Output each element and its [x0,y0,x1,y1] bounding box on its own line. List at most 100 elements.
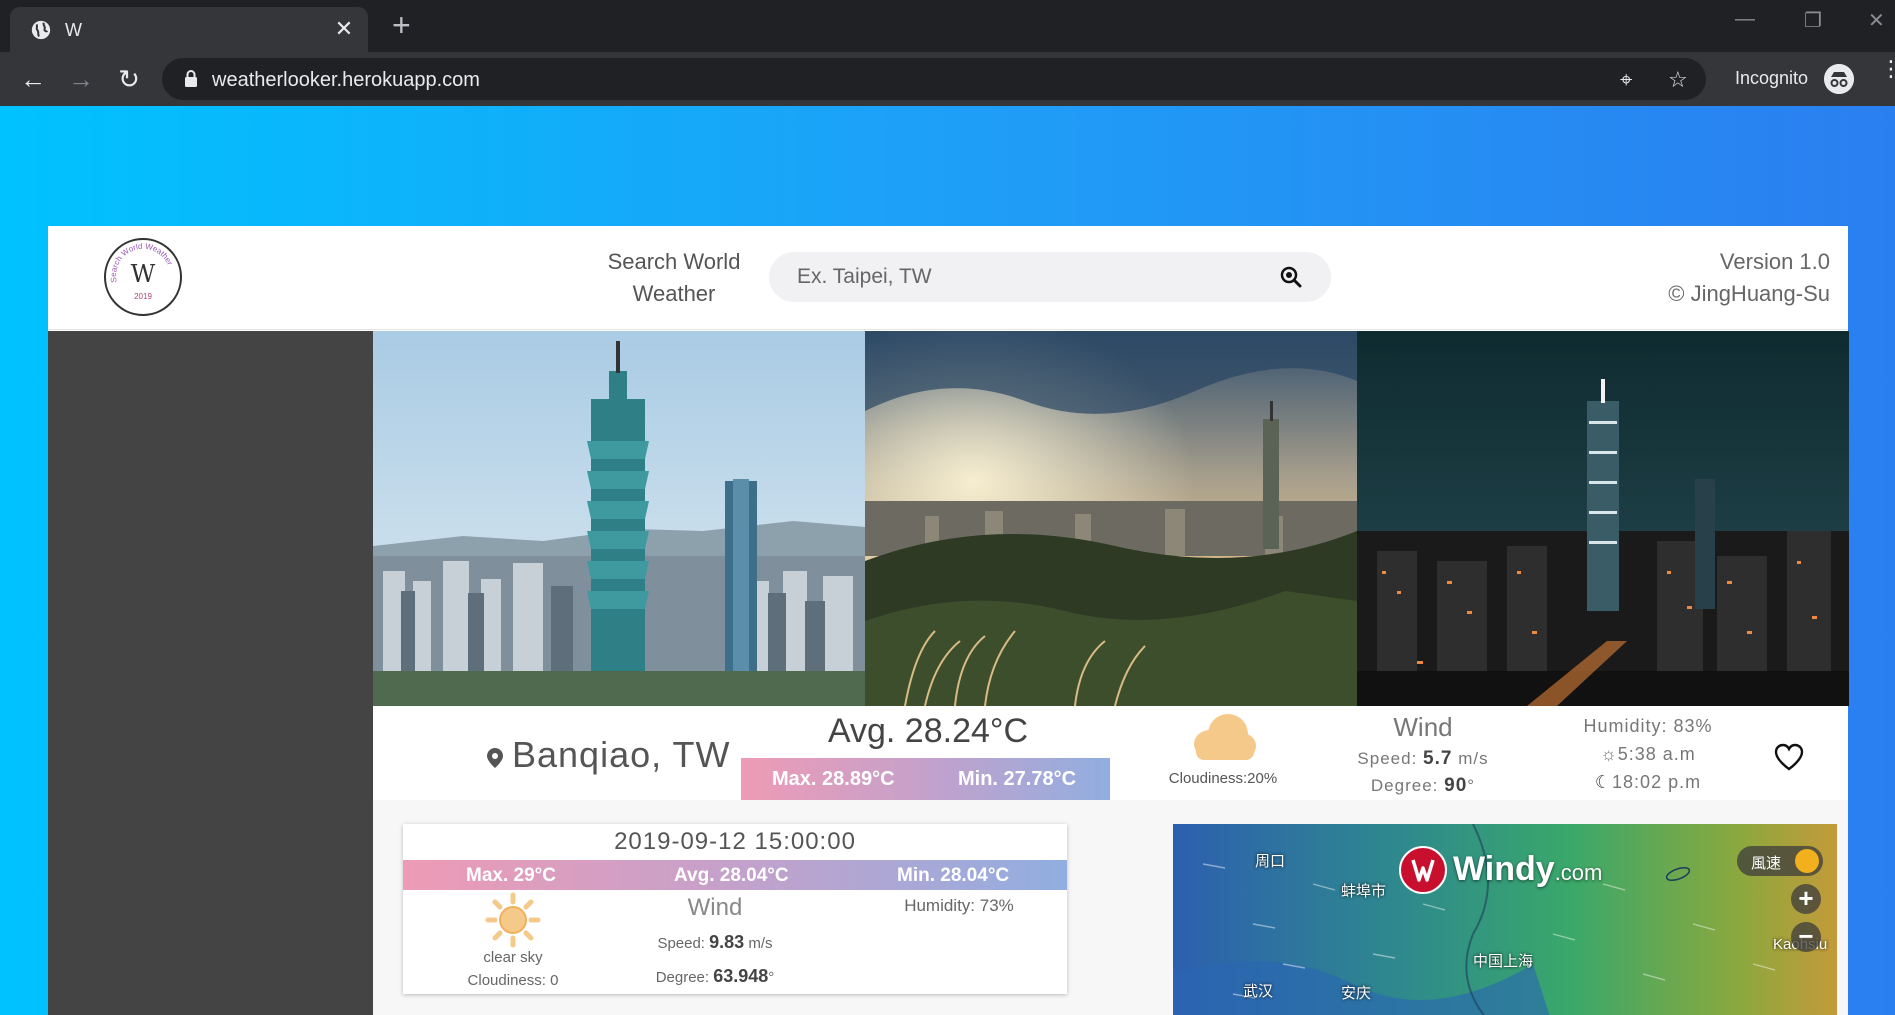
logo-year: 2019 [134,292,152,301]
url-text: weatherlooker.herokuapp.com [212,69,480,91]
sunrise-row: ☼5:38 a.m [1553,744,1743,765]
lock-icon [185,70,197,87]
search-icon[interactable] [1279,265,1303,289]
moon-icon: ☾ [1594,772,1613,792]
speed-value: 5.7 [1423,748,1453,769]
windy-logo-icon [1399,846,1447,894]
zoom-out-button[interactable]: − [1791,922,1821,952]
restore-icon[interactable]: ❐ [1804,8,1822,33]
forecast-humidity: Humidity: 73% [904,896,1014,915]
map-label-bengbu: 蚌埠市 [1341,883,1387,900]
tab-title: W [65,20,82,40]
app-header: Search World Weather W 2019 Search World… [48,226,1848,330]
page-viewport: Search World Weather W 2019 Search World… [0,106,1895,1015]
incognito-label: Incognito [1735,68,1809,88]
forecast-wind-speed: Speed: 9.83 m/s [625,932,805,953]
forecast-min: Min. 28.04°C [897,865,1010,886]
globe-icon [31,20,51,40]
speed-label: Speed: [1357,749,1418,768]
browser-tab[interactable]: W ✕ [10,7,368,52]
browser-menu-icon[interactable]: ⋮ [1880,58,1895,80]
forecast-section: 2019-09-12 15:00:00 Max. 29°C Avg. 28.04… [373,800,1848,1015]
search-label: Search World Weather [603,246,745,310]
reload-icon[interactable]: ↻ [111,61,147,97]
map-label-anqing: 安庆 [1341,985,1372,1002]
forecast-max: Max. 29°C [466,865,556,886]
cloud-icon [1194,714,1256,760]
forecast-card[interactable]: 2019-09-12 15:00:00 Max. 29°C Avg. 28.04… [403,824,1067,994]
incognito-icon[interactable] [1824,64,1854,94]
degree-label: Degree: [655,969,710,986]
version-info: Version 1.0 © JingHuang-Su [1668,246,1830,310]
window-close-icon[interactable]: ✕ [1868,8,1885,33]
forward-icon[interactable]: → [63,61,99,97]
map-label-wuhan: 武汉 [1243,983,1274,1000]
logo-letter: W [130,260,156,288]
zoom-in-button[interactable]: + [1791,884,1821,914]
layer-label: 風速 [1751,855,1782,872]
browser-tab-strip: W ✕ + — ❐ ✕ [0,0,1895,52]
current-wind-title: Wind [1393,712,1453,742]
sidebar [48,331,373,1015]
windy-brand[interactable]: Windy.com [1453,850,1602,889]
city-photo-day [373,331,865,706]
version-label: Version 1.0 [1719,249,1830,274]
map-label-shanghai: 中国上海 [1473,953,1534,970]
location-icon[interactable]: ⌖ [1620,67,1632,93]
clear-sky-sun-icon [485,892,541,948]
copyright-label: © JingHuang-Su [1668,281,1830,306]
speed-value: 9.83 [709,932,745,952]
favorite-heart-icon[interactable] [1773,742,1805,772]
sunrise-time: 5:38 a.m [1617,744,1696,764]
min-temperature: Min. 27.78°C [958,768,1077,790]
wind-speed-layer-button[interactable]: 風速 [1737,846,1823,876]
current-weather-summary: Banqiao, TW Avg. 28.24°C Max. 28.89°C Mi… [373,706,1848,800]
degree-value: 90 [1444,775,1468,796]
forecast-wind-title: Wind [687,894,743,921]
windy-map[interactable]: 周口 蚌埠市 中国上海 武汉 安庆 Kaohsiu Windy.com 風速 +… [1173,824,1837,1015]
search-box [769,252,1331,302]
sunset-row: ☾18:02 p.m [1553,772,1743,793]
browser-toolbar: ← → ↻ weatherlooker.herokuapp.com ⌖ ☆ In… [0,52,1895,106]
current-humidity: Humidity: 83% [1583,716,1713,736]
speed-unit: m/s [748,935,773,952]
degree-label: Degree: [1370,776,1439,795]
search-label-line2: Weather [632,281,716,306]
minimize-icon[interactable]: — [1735,8,1755,31]
current-wind-degree: Degree: 90° [1333,775,1513,797]
address-bar[interactable]: weatherlooker.herokuapp.com ⌖ ☆ [162,58,1706,100]
app-logo[interactable]: Search World Weather W 2019 [104,238,182,316]
search-label-line1: Search World [607,249,741,274]
forecast-description: clear sky [483,949,543,966]
average-temperature: Avg. 28.24°C [827,712,1029,750]
current-wind-speed: Speed: 5.7 m/s [1333,748,1513,770]
city-photo-night [1357,331,1849,706]
new-tab-button[interactable]: + [392,9,411,41]
windy-brand-name: Windy [1453,850,1555,888]
city-photo-strip [373,331,1849,706]
tab-close-icon[interactable]: ✕ [332,17,356,41]
current-cloudiness: Cloudiness:20% [1168,770,1278,787]
degree-unit: ° [768,969,775,986]
speed-unit: m/s [1458,749,1489,768]
forecast-avg: Avg. 28.04°C [674,865,789,886]
forecast-wind-degree: Degree: 63.948° [625,966,805,987]
city-photo-sunset [865,331,1357,706]
speed-label: Speed: [657,935,705,952]
layers-icon [1795,849,1819,873]
degree-value: 63.948 [713,966,769,986]
max-min-temperature-bar: Max. 28.89°C Min. 27.78°C [741,758,1110,800]
max-temperature: Max. 28.89°C [772,768,895,790]
back-icon[interactable]: ← [15,61,51,97]
degree-unit: ° [1467,776,1476,795]
app-card: Search World Weather W 2019 Search World… [48,226,1849,1015]
map-label-zhoukou: 周口 [1255,853,1286,870]
forecast-cloudiness: Cloudiness: 0 [467,972,559,989]
sunset-time: 18:02 p.m [1612,772,1702,792]
windy-brand-suffix: .com [1554,860,1603,885]
forecast-temperature-bar: Max. 29°C Avg. 28.04°C Min. 28.04°C [403,860,1067,890]
location-pin-icon [487,748,503,768]
sun-icon: ☼ [1600,744,1618,764]
bookmark-star-icon[interactable]: ☆ [1668,67,1688,93]
search-input[interactable] [797,260,1267,294]
